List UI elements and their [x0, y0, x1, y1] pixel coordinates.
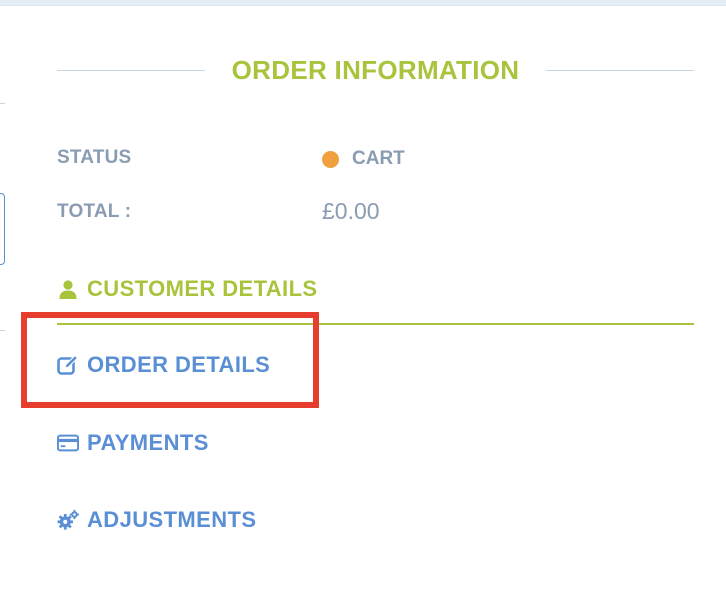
left-divider-tick	[0, 103, 5, 104]
active-tab-underline	[57, 323, 694, 325]
total-value: £0.00	[322, 198, 380, 224]
left-divider-tick	[0, 330, 5, 331]
left-panel-tab[interactable]	[0, 193, 5, 265]
cogs-icon	[57, 509, 79, 531]
user-icon	[57, 278, 79, 300]
title-rule-right	[546, 70, 694, 71]
credit-card-icon	[57, 432, 79, 454]
nav-adjustments[interactable]: ADJUSTMENTS	[57, 505, 256, 535]
nav-customer-details-label: CUSTOMER DETAILS	[87, 276, 318, 301]
status-text: CART	[352, 148, 405, 169]
nav-order-details-label: ORDER DETAILS	[87, 352, 271, 377]
status-value: CART	[322, 148, 405, 170]
section-title: ORDER INFORMATION	[231, 55, 520, 85]
nav-adjustments-label: ADJUSTMENTS	[87, 507, 257, 532]
title-rule-left	[57, 70, 205, 71]
nav-order-details[interactable]: ORDER DETAILS	[57, 350, 270, 380]
edit-icon	[57, 354, 79, 376]
status-dot-icon	[322, 150, 339, 168]
status-label: STATUS	[57, 147, 132, 168]
top-border	[0, 0, 726, 6]
order-panel: ORDER INFORMATION STATUS CART TOTAL : £0…	[0, 0, 726, 610]
total-label: TOTAL :	[57, 201, 132, 222]
order-information-header: ORDER INFORMATION	[57, 52, 694, 88]
nav-payments-label: PAYMENTS	[87, 430, 209, 455]
nav-payments[interactable]: PAYMENTS	[57, 428, 209, 458]
nav-customer-details[interactable]: CUSTOMER DETAILS	[57, 274, 317, 304]
